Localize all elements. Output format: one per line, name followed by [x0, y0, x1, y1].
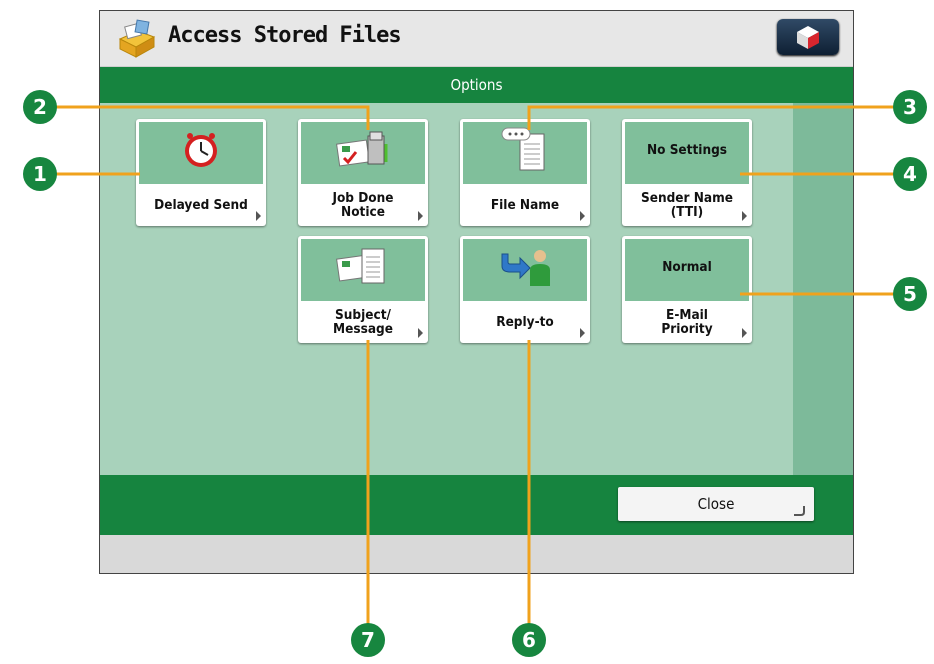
callout-7: 7: [351, 623, 385, 657]
callout-3: 3: [893, 90, 927, 124]
email-priority-button[interactable]: Normal E-Mail Priority: [622, 236, 752, 343]
options-title: Options: [450, 76, 503, 94]
right-panel: [793, 103, 853, 475]
job-done-notice-label: Job Done Notice: [332, 190, 394, 220]
callout-1: 1: [23, 157, 57, 191]
more-arrow-icon: [256, 211, 261, 221]
email-priority-label: E-Mail Priority: [661, 307, 713, 337]
notification-printer-icon: [298, 119, 428, 181]
callout-5: 5: [893, 277, 927, 311]
file-name-button[interactable]: File Name: [460, 119, 590, 226]
status-monitor-button[interactable]: [777, 19, 839, 55]
message-document-icon: [298, 236, 428, 298]
reply-user-icon: [460, 236, 590, 298]
callout-6: 6: [512, 623, 546, 657]
close-button[interactable]: Close: [618, 487, 814, 521]
device-screen: Access Stored Files Options Delayed Send: [99, 10, 854, 574]
options-header: Options: [100, 67, 853, 103]
sender-name-tti-label: Sender Name (TTI): [640, 190, 734, 220]
enter-corner-icon: [794, 506, 805, 516]
close-label: Close: [697, 495, 735, 513]
document-name-icon: [460, 119, 590, 181]
stored-files-icon: [116, 17, 158, 59]
delayed-send-label: Delayed Send: [154, 197, 248, 213]
sender-name-setting-value: No Settings: [646, 142, 728, 158]
status-bar: [100, 535, 853, 573]
subject-message-label: Subject/ Message: [333, 307, 393, 337]
app-title: Access Stored Files: [168, 23, 402, 48]
more-arrow-icon: [742, 328, 747, 338]
file-name-label: File Name: [490, 197, 560, 213]
more-arrow-icon: [580, 328, 585, 338]
callout-2: 2: [23, 90, 57, 124]
delayed-send-button[interactable]: Delayed Send: [136, 119, 266, 226]
job-done-notice-button[interactable]: Job Done Notice: [298, 119, 428, 226]
more-arrow-icon: [418, 328, 423, 338]
clock-icon: [136, 119, 266, 181]
more-arrow-icon: [742, 211, 747, 221]
status-cube-icon: [797, 26, 819, 49]
sender-name-tti-button[interactable]: No Settings Sender Name (TTI): [622, 119, 752, 226]
callout-4: 4: [893, 157, 927, 191]
reply-to-button[interactable]: Reply-to: [460, 236, 590, 343]
email-priority-setting-value: Normal: [662, 259, 712, 275]
more-arrow-icon: [580, 211, 585, 221]
subject-message-button[interactable]: Subject/ Message: [298, 236, 428, 343]
title-bar: Access Stored Files: [100, 11, 853, 67]
more-arrow-icon: [418, 211, 423, 221]
reply-to-label: Reply-to: [496, 314, 554, 330]
